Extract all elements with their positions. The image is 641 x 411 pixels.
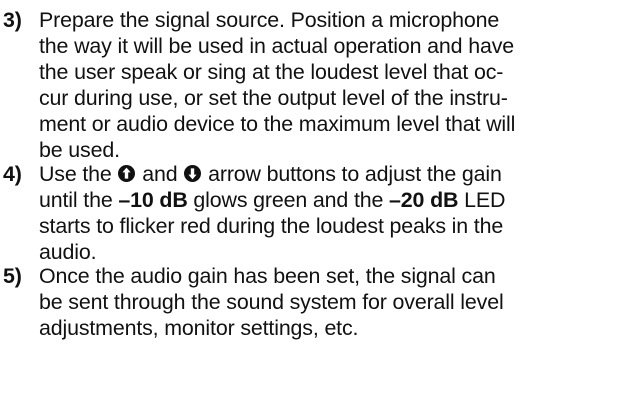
level-label-minus-10: –10 dB: [118, 188, 188, 212]
step-4: 4) Use the and arrow buttons to adjust t…: [3, 161, 639, 265]
step-line: ment or audio device to the maximum leve…: [39, 112, 516, 136]
step-line: adjustments, monitor settings, etc.: [39, 316, 359, 340]
down-arrow-icon: [184, 165, 202, 182]
step-line: Use the and arrow buttons to adjust the …: [39, 161, 639, 187]
step-number: 3): [3, 8, 22, 32]
step-line: starts to flicker red during the loudest…: [39, 214, 504, 238]
step-number: 5): [3, 264, 22, 288]
step-5: 5) Once the audio gain has been set, the…: [3, 263, 639, 341]
up-arrow-icon: [118, 165, 136, 182]
step-line: audio.: [39, 240, 97, 264]
step-text-fragment: Use the: [39, 162, 112, 186]
step-text-fragment: arrow buttons to adjust the gain: [208, 162, 502, 186]
step-text-fragment: glows green and the: [193, 188, 384, 212]
step-number: 4): [3, 162, 22, 186]
step-text-fragment: LED: [464, 188, 506, 212]
step-line: be sent through the sound system for ove…: [39, 290, 504, 314]
step-text-fragment: and: [142, 162, 178, 186]
step-text-fragment: until the: [39, 188, 113, 212]
step-text: Use the and arrow buttons to adjust the …: [3, 161, 639, 265]
level-label-minus-20: –20 dB: [389, 188, 459, 212]
step-line: the way it will be used in actual operat…: [39, 34, 514, 58]
step-line: the user speak or sing at the loudest le…: [39, 60, 504, 84]
step-line: cur during use, or set the output level …: [39, 86, 508, 110]
step-line: Once the audio gain has been set, the si…: [39, 264, 496, 288]
step-text: Once the audio gain has been set, the si…: [3, 263, 639, 341]
step-line: Prepare the signal source. Position a mi…: [39, 8, 500, 32]
step-text: Prepare the signal source. Position a mi…: [3, 7, 639, 163]
step-line: until the –10 dB glows green and the –20…: [39, 187, 639, 213]
instruction-page: 3) Prepare the signal source. Position a…: [0, 0, 641, 411]
step-3: 3) Prepare the signal source. Position a…: [3, 7, 639, 163]
step-line: be used.: [39, 138, 120, 162]
